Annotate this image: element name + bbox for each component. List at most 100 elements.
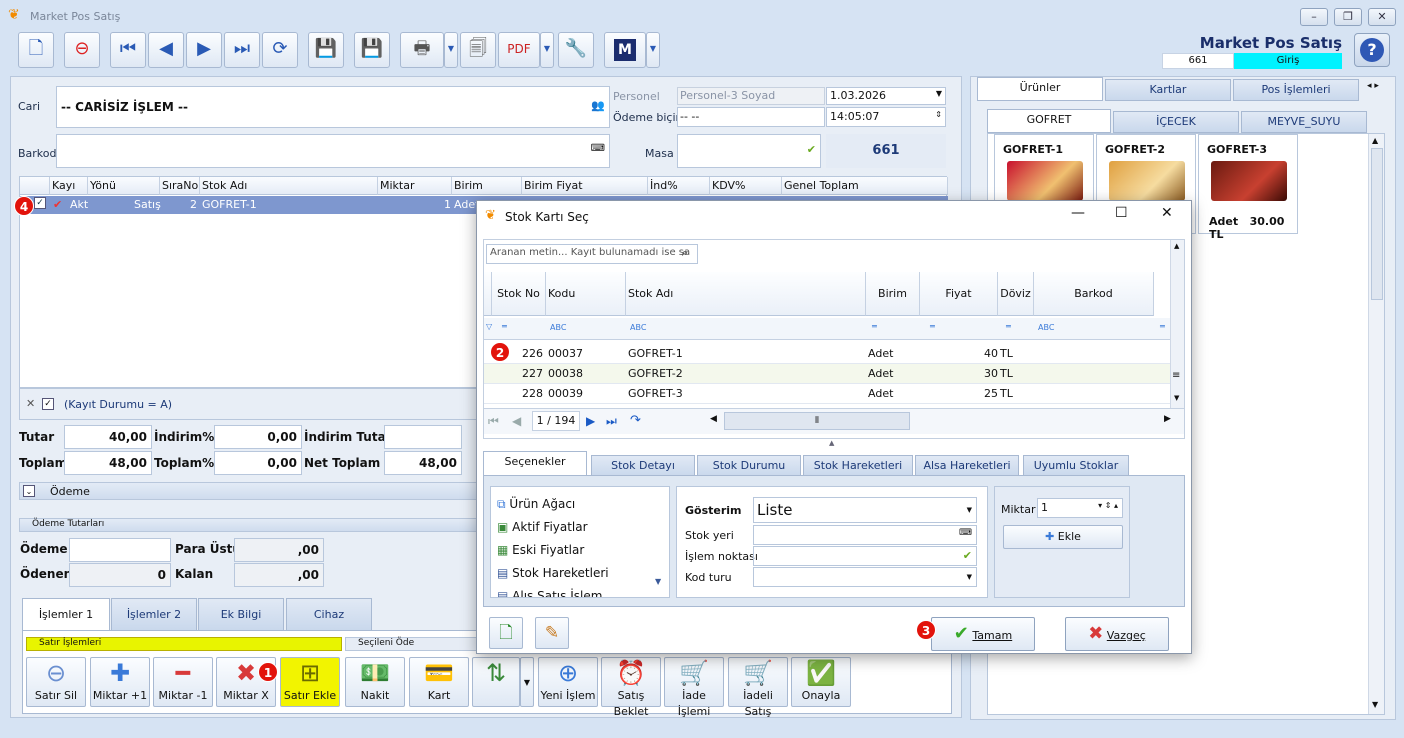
new-document-icon[interactable]: 🗋 [18, 32, 54, 68]
pdf-export-icon[interactable]: PDF [498, 32, 540, 68]
cari-field[interactable]: -- CARİSİZ İŞLEM -- 👥 [56, 86, 610, 128]
people-icon[interactable]: 👥 [591, 99, 605, 112]
vazgec-button[interactable]: ✖ Vazgeç [1065, 617, 1169, 651]
tamam-button[interactable]: ✔ Tamam [931, 617, 1035, 651]
dtab-secenekler[interactable]: Seçenekler [483, 451, 587, 477]
table-row[interactable]: 228 00039 GOFRET-3 Adet 25 TL [484, 384, 1170, 404]
filter-row[interactable]: ▽ ═ ABC ABC ═ ═ ═ ABC ═ [484, 318, 1170, 340]
grid-header-stok[interactable]: Stok Adı [200, 177, 378, 195]
col-birim[interactable]: Birim [866, 272, 920, 316]
table-row[interactable]: 227 00038 GOFRET-2 Adet 30 TL [484, 364, 1170, 384]
keyboard-icon[interactable]: ⌨ [591, 143, 605, 154]
next-record-icon[interactable]: ▶ [186, 32, 222, 68]
save-icon[interactable]: 💾 [308, 32, 344, 68]
miktar-eksi-button[interactable]: ━ Miktar -1 [153, 657, 213, 707]
gosterim-select[interactable]: Liste ▼ [753, 497, 977, 523]
delete-document-icon[interactable]: ⊖ [64, 32, 100, 68]
satir-sil-button[interactable]: ⊖ Satır Sil [26, 657, 86, 707]
grid-header-birim[interactable]: Birim [452, 177, 522, 195]
tab-urunler[interactable]: Ürünler [977, 77, 1103, 101]
keyboard-icon[interactable]: ⌨ [959, 528, 972, 538]
stock-grid-scrollbar[interactable]: ▲ ≡ ▼ [1170, 240, 1184, 408]
prev-page-icon[interactable]: ◀ [512, 414, 521, 428]
collapse-icon[interactable]: ⌄ [23, 485, 35, 497]
dialog-maximize-button[interactable]: ☐ [1115, 205, 1128, 221]
tab-ek-bilgi[interactable]: Ek Bilgi [198, 598, 284, 630]
col-stok-adi[interactable]: Stok Adı [626, 272, 866, 316]
scroll-right-icon[interactable]: ▶ [1164, 414, 1171, 424]
iadeli-satis-button[interactable]: 🛒 İadeli Satış [728, 657, 788, 718]
close-button[interactable]: ✕ [1368, 8, 1396, 26]
grid-header-toplam[interactable]: Genel Toplam [782, 177, 948, 195]
first-page-icon[interactable]: ⏮ [488, 414, 499, 429]
grid-header-miktar[interactable]: Miktar [378, 177, 452, 195]
kod-turu-select[interactable]: ▼ [753, 567, 977, 587]
list-item[interactable]: ▦ Eski Fiyatlar [497, 539, 584, 561]
tab-islemler-1[interactable]: İşlemler 1 [22, 598, 110, 630]
chevron-down-icon[interactable]: ▼ [967, 506, 972, 514]
onayla-button[interactable]: ✅ Onayla [791, 657, 851, 707]
check-icon[interactable]: ✔ [807, 143, 816, 156]
list-item[interactable]: ⧉ Ürün Ağacı [497, 493, 575, 515]
satir-ekle-button[interactable]: ⊞ Satır Ekle [280, 657, 340, 707]
settings-icon[interactable]: 🔧 [558, 32, 594, 68]
row-checkbox[interactable]: ✓ [34, 197, 46, 209]
previous-record-icon[interactable]: ◀ [148, 32, 184, 68]
module-dropdown-icon[interactable]: ▼ [646, 32, 660, 68]
list-item[interactable]: ▤ Stok Hareketleri [497, 562, 609, 584]
payment-options-button[interactable]: ⇅ [472, 657, 520, 707]
page-indicator[interactable]: 1 / 194 [532, 411, 580, 431]
list-item[interactable]: ▣ Aktif Fiyatlar [497, 516, 588, 538]
print-dropdown-icon[interactable]: ▼ [444, 32, 458, 68]
refresh-icon[interactable]: ↷ [630, 413, 641, 428]
edit-stock-icon[interactable]: ✎ [535, 617, 569, 649]
miktar-input[interactable]: 1 ▾ ⇕ ▴ [1037, 498, 1123, 518]
first-record-icon[interactable]: ⏮ [110, 32, 146, 68]
stok-yeri-input[interactable]: ⌨ [753, 525, 977, 545]
col-doviz[interactable]: Döviz [998, 272, 1034, 316]
time-field[interactable]: 14:05:07 ⇕ [826, 107, 946, 127]
barkod-input[interactable]: ⌨ [56, 134, 610, 168]
check-icon[interactable]: ✔ [963, 549, 972, 562]
pdf-dropdown-icon[interactable]: ▼ [540, 32, 554, 68]
chevron-down-icon[interactable]: ▼ [936, 89, 942, 98]
next-page-icon[interactable]: ▶ [586, 414, 595, 428]
dialog-close-button[interactable]: ✕ [1161, 205, 1173, 221]
kart-button[interactable]: 💳 Kart [409, 657, 469, 707]
last-page-icon[interactable]: ⏭ [606, 414, 617, 429]
list-item[interactable]: ▤ Alış Satış İşlem Hareketleri [497, 585, 669, 597]
grid-header-kdv[interactable]: KDV% [710, 177, 782, 195]
col-fiyat[interactable]: Fiyat [920, 272, 998, 316]
satis-beklet-button[interactable]: ⏰ Satış Beklet [601, 657, 661, 718]
save-cancel-icon[interactable]: 💾 [354, 32, 390, 68]
date-field[interactable]: 1.03.2026 ▼ [826, 87, 946, 105]
product-scrollbar[interactable]: ▲ ▼ [1368, 134, 1384, 714]
spin-icon[interactable]: ⇕ [935, 110, 942, 119]
options-list[interactable]: ⧉ Ürün Ağacı ▣ Aktif Fiyatlar ▦ Eski Fiy… [490, 486, 670, 598]
ekle-button[interactable]: ✚ Ekle [1003, 525, 1123, 549]
dtab-alsa-hareketleri[interactable]: Alsa Hareketleri [915, 455, 1019, 477]
clipboard-icon[interactable]: 🗐 [460, 32, 496, 68]
dialog-minimize-button[interactable]: — [1071, 205, 1085, 221]
new-stock-icon[interactable]: 🗋 [489, 617, 523, 649]
indirim-input[interactable]: 0,00 [214, 425, 302, 449]
tab-kartlar[interactable]: Kartlar [1105, 79, 1231, 101]
nakit-button[interactable]: 💵 Nakit [345, 657, 405, 707]
islem-noktasi-input[interactable]: ✔ [753, 546, 977, 566]
grid-header-ind[interactable]: İnd% [648, 177, 710, 195]
iade-islemi-button[interactable]: 🛒 İade İşlemi [664, 657, 724, 718]
tab-cihaz[interactable]: Cihaz [286, 598, 372, 630]
personel-field[interactable]: Personel-3 Soyad [677, 87, 825, 105]
payment-dropdown-icon[interactable]: ▼ [520, 657, 534, 707]
last-record-icon[interactable]: ⏭ [224, 32, 260, 68]
refresh-icon[interactable]: ⟳ [262, 32, 298, 68]
scroll-thumb[interactable] [1371, 148, 1383, 300]
filter-checkbox[interactable]: ✓ [42, 398, 54, 410]
stock-grid[interactable]: Aranan metin... Kayıt bulunamadı ise sa … [483, 239, 1185, 439]
chevron-down-icon[interactable]: ▼ [967, 573, 972, 581]
help-button[interactable]: ? [1354, 33, 1390, 67]
grid-header-sirano[interactable]: SıraNo [160, 177, 200, 195]
product-card[interactable]: GOFRET-3 Adet 30.00 TL [1198, 134, 1298, 241]
splitter-icon[interactable]: ▲ [829, 439, 834, 447]
grid-header-fiyat[interactable]: Birim Fiyat [522, 177, 648, 195]
